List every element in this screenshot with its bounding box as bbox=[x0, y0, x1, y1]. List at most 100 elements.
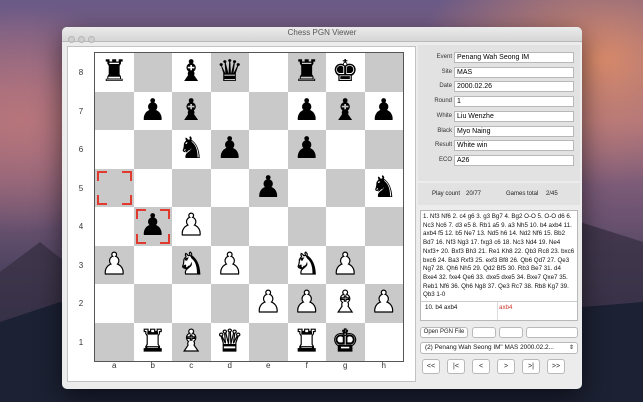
open-pgn-button[interactable]: Open PGN File bbox=[420, 327, 468, 338]
square-b3[interactable] bbox=[133, 245, 172, 284]
white-knight-icon[interactable]: ♞ bbox=[177, 249, 205, 280]
square-c3[interactable]: ♞ bbox=[172, 245, 211, 284]
black-bishop-icon[interactable]: ♝ bbox=[178, 95, 205, 126]
minimize-window-button[interactable] bbox=[78, 36, 85, 43]
last-move-button[interactable]: >| bbox=[522, 359, 540, 374]
last-game-button[interactable]: >> bbox=[547, 359, 565, 374]
square-f1[interactable]: ♜ bbox=[287, 322, 326, 361]
square-a2[interactable] bbox=[95, 284, 134, 323]
black-rook-icon[interactable]: ♜ bbox=[101, 57, 128, 87]
square-g7[interactable]: ♝ bbox=[326, 91, 365, 130]
square-e8[interactable] bbox=[249, 53, 288, 92]
square-h7[interactable]: ♟ bbox=[364, 91, 403, 130]
site-field[interactable]: MAS bbox=[454, 66, 574, 78]
square-a4[interactable] bbox=[95, 207, 134, 246]
square-g4[interactable] bbox=[326, 207, 365, 246]
toolbar-button-3[interactable] bbox=[526, 327, 578, 338]
square-d1[interactable]: ♛ bbox=[210, 322, 249, 361]
black-pawn-icon[interactable]: ♟ bbox=[216, 134, 243, 164]
black-pawn-icon[interactable]: ♟ bbox=[370, 95, 397, 126]
black-bishop-icon[interactable]: ♝ bbox=[332, 95, 359, 126]
square-h5[interactable]: ♞ bbox=[364, 168, 403, 207]
square-e5[interactable]: ♟ bbox=[249, 168, 288, 207]
black-pawn-icon[interactable]: ♟ bbox=[139, 95, 166, 126]
white-queen-icon[interactable]: ♛ bbox=[216, 326, 244, 357]
white-rook-icon[interactable]: ♜ bbox=[293, 326, 321, 357]
toolbar-button-1[interactable] bbox=[472, 327, 496, 338]
square-d3[interactable]: ♟ bbox=[210, 245, 249, 284]
white-field[interactable]: Liu Wenzhe bbox=[454, 110, 574, 122]
square-e4[interactable] bbox=[249, 207, 288, 246]
white-bishop-icon[interactable]: ♝ bbox=[331, 287, 359, 318]
square-b1[interactable]: ♜ bbox=[133, 322, 172, 361]
square-e7[interactable] bbox=[249, 91, 288, 130]
close-window-button[interactable] bbox=[68, 36, 75, 43]
square-a8[interactable]: ♜ bbox=[95, 53, 134, 92]
square-f6[interactable]: ♟ bbox=[287, 130, 326, 169]
white-pawn-icon[interactable]: ♟ bbox=[254, 287, 282, 318]
square-a7[interactable] bbox=[95, 91, 134, 130]
prev-move-button[interactable]: < bbox=[472, 359, 490, 374]
square-g6[interactable] bbox=[326, 130, 365, 169]
white-rook-icon[interactable]: ♜ bbox=[139, 326, 167, 357]
first-game-button[interactable]: << bbox=[422, 359, 440, 374]
black-rook-icon[interactable]: ♜ bbox=[293, 57, 320, 87]
movetext[interactable]: 1. Nf3 Nf6 2. c4 g6 3. g3 Bg7 4. Bg2 O-O… bbox=[423, 213, 575, 301]
square-g3[interactable]: ♟ bbox=[326, 245, 365, 284]
square-b2[interactable] bbox=[133, 284, 172, 323]
square-a5[interactable] bbox=[95, 168, 134, 207]
white-pawn-icon[interactable]: ♟ bbox=[177, 210, 205, 241]
square-g5[interactable] bbox=[326, 168, 365, 207]
chess-board[interactable]: ♜ ♝ ♛ ♜ ♚ ♟ ♝ ♟ ♝ ♟ ♞ ♟ ♟ ♟ ♞ ♟ ♟ ♟ ♞ ♟ ♞ ♟ ♟ ♟ ♝ ♟ ♜ ♝ ♛ ♜ ♚ bbox=[94, 52, 404, 362]
game-select[interactable]: (2) Penang Wah Seong IM" MAS 2000.02.2..… bbox=[420, 342, 578, 354]
square-h4[interactable] bbox=[364, 207, 403, 246]
square-f8[interactable]: ♜ bbox=[287, 53, 326, 92]
black-queen-icon[interactable]: ♛ bbox=[216, 57, 243, 87]
square-g1[interactable]: ♚ bbox=[326, 322, 365, 361]
square-e6[interactable] bbox=[249, 130, 288, 169]
white-pawn-icon[interactable]: ♟ bbox=[293, 287, 321, 318]
square-g2[interactable]: ♝ bbox=[326, 284, 365, 323]
white-pawn-icon[interactable]: ♟ bbox=[216, 249, 244, 280]
movetext-box[interactable]: 1. Nf3 Nf6 2. c4 g6 3. g3 Bg7 4. Bg2 O-O… bbox=[420, 210, 578, 321]
first-move-button[interactable]: |< bbox=[447, 359, 465, 374]
date-field[interactable]: 2000.02.26 bbox=[454, 81, 574, 93]
black-king-icon[interactable]: ♚ bbox=[332, 57, 359, 87]
white-king-icon[interactable]: ♚ bbox=[331, 326, 359, 357]
white-pawn-icon[interactable]: ♟ bbox=[100, 249, 128, 280]
square-h3[interactable] bbox=[364, 245, 403, 284]
square-a6[interactable] bbox=[95, 130, 134, 169]
square-f7[interactable]: ♟ bbox=[287, 91, 326, 130]
white-pawn-icon[interactable]: ♟ bbox=[370, 287, 398, 318]
square-d2[interactable] bbox=[210, 284, 249, 323]
square-e2[interactable]: ♟ bbox=[249, 284, 288, 323]
white-knight-icon[interactable]: ♞ bbox=[293, 249, 321, 280]
square-c7[interactable]: ♝ bbox=[172, 91, 211, 130]
black-pawn-icon[interactable]: ♟ bbox=[139, 211, 166, 241]
square-a3[interactable]: ♟ bbox=[95, 245, 134, 284]
square-a1[interactable] bbox=[95, 322, 134, 361]
square-d5[interactable] bbox=[210, 168, 249, 207]
square-f2[interactable]: ♟ bbox=[287, 284, 326, 323]
square-e3[interactable] bbox=[249, 245, 288, 284]
black-pawn-icon[interactable]: ♟ bbox=[255, 172, 282, 203]
eco-field[interactable]: A26 bbox=[454, 154, 574, 166]
square-d4[interactable] bbox=[210, 207, 249, 246]
square-g8[interactable]: ♚ bbox=[326, 53, 365, 92]
black-knight-icon[interactable]: ♞ bbox=[178, 134, 205, 164]
square-f4[interactable] bbox=[287, 207, 326, 246]
square-f3[interactable]: ♞ bbox=[287, 245, 326, 284]
square-e1[interactable] bbox=[249, 322, 288, 361]
square-d8[interactable]: ♛ bbox=[210, 53, 249, 92]
black-bishop-icon[interactable]: ♝ bbox=[178, 57, 205, 87]
square-d6[interactable]: ♟ bbox=[210, 130, 249, 169]
square-b5[interactable] bbox=[133, 168, 172, 207]
toolbar-button-2[interactable] bbox=[499, 327, 523, 338]
white-pawn-icon[interactable]: ♟ bbox=[331, 249, 359, 280]
square-f5[interactable] bbox=[287, 168, 326, 207]
square-c8[interactable]: ♝ bbox=[172, 53, 211, 92]
round-field[interactable]: 1 bbox=[454, 96, 574, 108]
next-move-button[interactable]: > bbox=[497, 359, 515, 374]
square-d7[interactable] bbox=[210, 91, 249, 130]
square-h1[interactable] bbox=[364, 322, 403, 361]
